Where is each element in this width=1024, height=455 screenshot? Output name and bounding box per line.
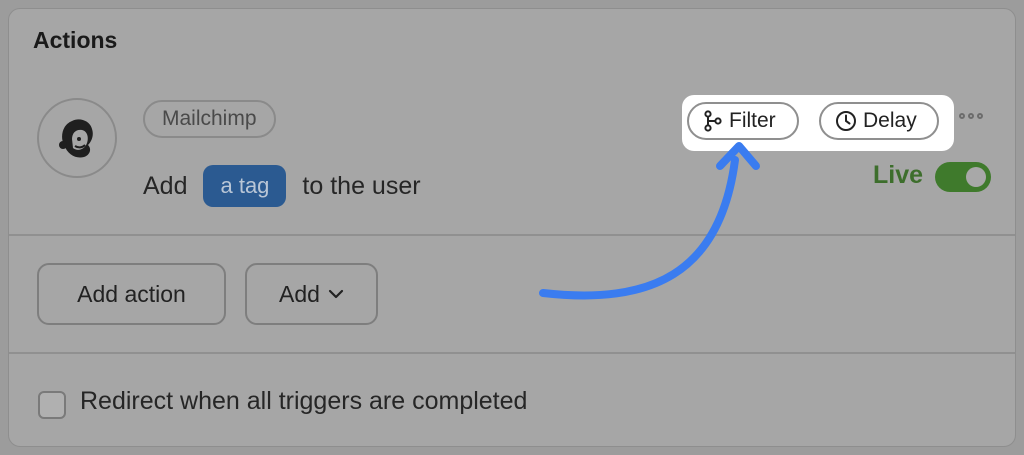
divider [9, 352, 1015, 354]
live-toggle[interactable] [935, 162, 991, 192]
redirect-label: Redirect when all triggers are completed [80, 387, 528, 415]
sentence-prefix: Add [143, 171, 188, 200]
add-action-label: Add action [77, 280, 186, 307]
filter-button[interactable]: Filter [687, 102, 799, 140]
delay-button[interactable]: Delay [819, 102, 939, 140]
add-dropdown-button[interactable]: Add [245, 263, 378, 325]
section-title: Actions [33, 27, 118, 53]
branch-icon [704, 110, 722, 132]
clock-icon [836, 111, 856, 131]
sentence-suffix: to the user [302, 171, 421, 200]
actions-card: Actions Mailchimp Add a tag to the user … [8, 8, 1016, 447]
add-action-button[interactable]: Add action [37, 263, 226, 325]
delay-label: Delay [863, 109, 917, 132]
tag-chip[interactable]: a tag [203, 165, 287, 207]
service-name-pill[interactable]: Mailchimp [143, 100, 276, 138]
service-avatar [37, 98, 117, 178]
add-label: Add [279, 280, 320, 307]
status-label: Live [873, 161, 924, 189]
mailchimp-logo-icon [59, 119, 93, 158]
redirect-checkbox[interactable] [38, 391, 66, 419]
filter-label: Filter [729, 109, 776, 132]
chevron-down-icon [328, 289, 344, 299]
more-horizontal-icon[interactable] [959, 113, 983, 119]
divider [9, 234, 1015, 236]
action-sentence: Add a tag to the user [143, 165, 421, 207]
